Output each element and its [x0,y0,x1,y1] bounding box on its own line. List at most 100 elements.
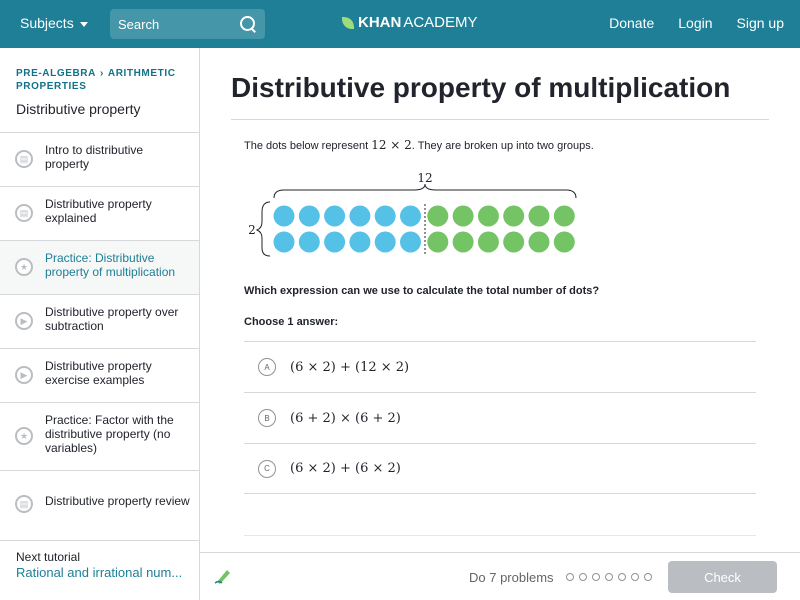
account-links: Donate Login Sign up [609,15,784,31]
green-dot [503,231,525,253]
blue-dot [324,205,346,227]
blue-dot [374,205,396,227]
progress-dot [605,573,613,581]
progress-dot [631,573,639,581]
green-dot [477,231,499,253]
side-brace [255,201,271,257]
problem-count-text: Do 7 problems [469,570,554,585]
page-title: Distributive property of multiplication [231,72,731,103]
search-input[interactable]: Search [110,9,265,39]
answer-choices: A (6 × 2) + (12 × 2) B (6 + 2) × (6 + 2)… [244,341,756,494]
khan-academy-logo[interactable]: KHAN ACADEMY [342,14,478,31]
tutorial-sidebar: PRE-ALGEBRA › ARITHMETIC PROPERTIES Distri… [0,48,200,600]
blue-dot [349,231,371,253]
progress-dot [592,573,600,581]
progress-dots [566,573,652,581]
green-dot [452,205,474,227]
donate-link[interactable]: Donate [609,15,654,31]
intro-text-end: . They are broken up into two groups. [411,140,594,152]
sidebar-item-explained[interactable]: ▤ Distributive property explained [0,187,199,241]
choice-expression-b: (6 + 2) × (6 + 2) [290,410,401,426]
breadcrumb: PRE-ALGEBRA › ARITHMETIC PROPERTIES [16,67,186,93]
green-dot [553,231,575,253]
next-tutorial-label: Next tutorial [16,550,81,564]
sidebar-item-label: Practice: Distributive property of multi… [45,251,176,279]
green-dot [477,205,499,227]
blue-dot [324,231,346,253]
question-intro: The dots below represent 12 × 2. They ar… [244,138,594,152]
sidebar-item-label: Distributive property review [45,494,190,508]
choice-expression-a: (6 × 2) + (12 × 2) [290,359,410,375]
blue-dot [273,231,295,253]
document-icon: ▤ [15,204,33,222]
blue-dot [374,231,396,253]
star-icon: ★ [15,258,33,276]
green-dot [503,205,525,227]
blue-dot [349,205,371,227]
sidebar-item-practice-factor[interactable]: ★ Practice: Factor with the distributive… [0,403,199,471]
sidebar-item-label: Distributive property over subtraction [45,305,179,333]
figure-side-label: 2 [248,223,256,237]
logo-text-rest: ACADEMY [403,14,478,31]
search-placeholder: Search [118,16,160,32]
play-icon: ▶ [15,312,33,330]
blue-dot [298,231,320,253]
sidebar-item-over-subtraction[interactable]: ▶ Distributive property over subtraction [0,295,199,349]
sidebar-item-practice-multiplication[interactable]: ★ Practice: Distributive property of mul… [0,241,199,295]
exercise-footer: Do 7 problems Check [200,552,800,600]
dot-array-figure: 12 2 [248,171,577,257]
chevron-right-icon: › [99,68,104,79]
next-tutorial[interactable]: Next tutorial Rational and irrational nu… [0,540,199,600]
sidebar-item-label: Intro to distributive property [45,143,144,171]
top-brace [273,183,577,199]
top-navigation-bar: Subjects Search KHAN ACADEMY Donate Logi… [0,0,800,48]
sidebar-item-intro[interactable]: ▤ Intro to distributive property [0,133,199,187]
signup-link[interactable]: Sign up [737,15,784,31]
tutorial-title: Distributive property [16,101,141,117]
progress-dot [579,573,587,581]
green-dot [528,205,550,227]
search-icon[interactable] [239,15,257,33]
choice-letter-b: B [258,409,276,427]
blue-dot [273,205,295,227]
content-divider [244,535,756,536]
blue-dot [298,205,320,227]
green-dot [553,205,575,227]
answer-choice-b[interactable]: B (6 + 2) × (6 + 2) [244,392,756,443]
logo-text-bold: KHAN [358,14,402,31]
chevron-down-icon [79,21,88,27]
subjects-label: Subjects [20,15,74,31]
login-link[interactable]: Login [678,15,712,31]
progress-dot [618,573,626,581]
check-button[interactable]: Check [668,561,777,593]
question-text: Which expression can we use to calculate… [244,285,600,297]
subjects-menu[interactable]: Subjects [20,15,88,31]
exercise-content: Distributive property of multiplication … [200,48,800,552]
document-icon: ▤ [15,495,33,513]
choice-expression-c: (6 × 2) + (6 × 2) [290,461,401,476]
star-icon: ★ [15,427,33,445]
intro-text-start: The dots below represent [244,140,372,152]
answer-choice-a[interactable]: A (6 × 2) + (12 × 2) [244,341,756,392]
sidebar-item-label: Distributive property explained [45,197,152,225]
sidebar-item-exercise-examples[interactable]: ▶ Distributive property exercise example… [0,349,199,403]
answer-choice-c[interactable]: C (6 × 2) + (6 × 2) [244,443,756,494]
progress-dot [566,573,574,581]
next-tutorial-link[interactable]: Rational and irrational num... [16,565,186,580]
sidebar-item-review[interactable]: ▤ Distributive property review [0,471,199,540]
green-dot [427,231,449,253]
breadcrumb-pre-algebra[interactable]: PRE-ALGEBRA [16,68,96,79]
green-dot [528,231,550,253]
blue-dot [400,231,421,253]
scratchpad-pencil-icon[interactable] [213,566,233,586]
choice-letter-a: A [258,358,276,376]
play-icon: ▶ [15,366,33,384]
progress-dot [644,573,652,581]
intro-math: 12 × 2 [371,138,412,152]
choose-instruction: Choose 1 answer: [244,316,339,328]
blue-dot [400,205,421,227]
sidebar-item-label: Practice: Factor with the distributive p… [45,413,174,455]
document-icon: ▤ [15,150,33,168]
green-dot [427,205,449,227]
leaf-logo-icon [342,16,354,29]
